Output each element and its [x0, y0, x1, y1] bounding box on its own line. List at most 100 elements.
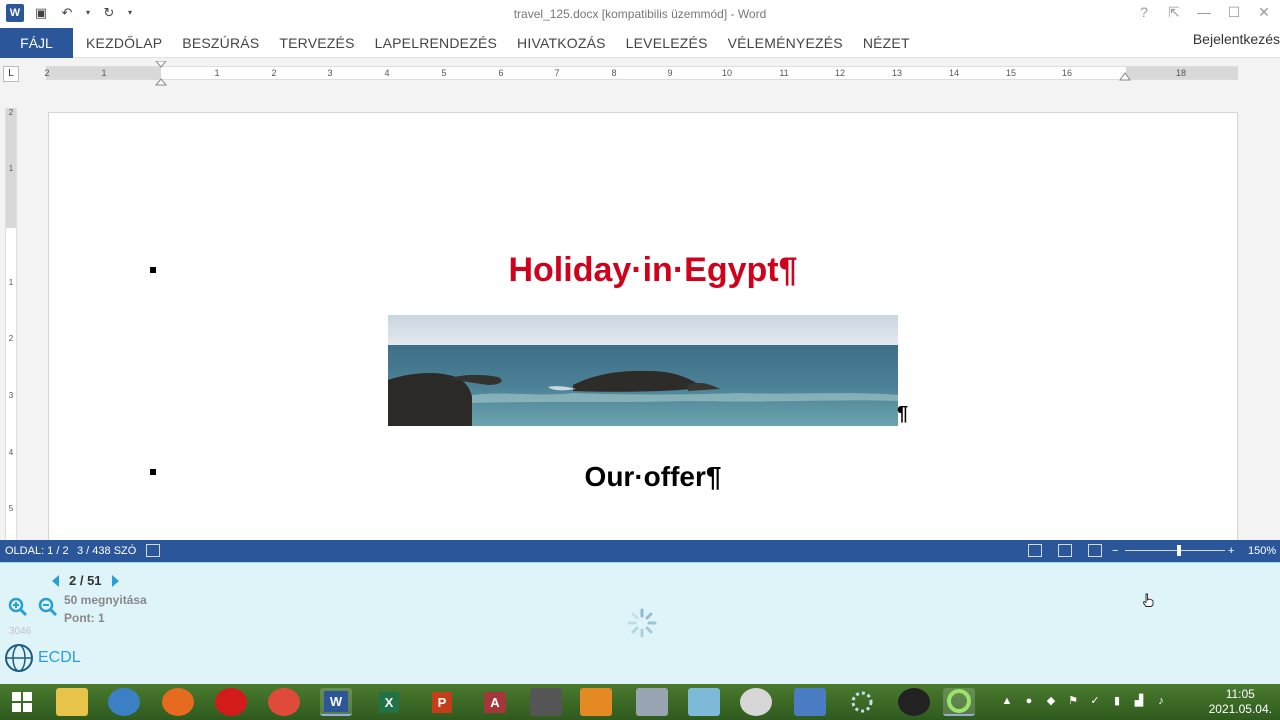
tab-design[interactable]: TERVEZÉS — [279, 35, 354, 51]
right-indent-marker-icon[interactable] — [1119, 71, 1131, 81]
tab-layout[interactable]: LAPELRENDEZÉS — [375, 35, 497, 51]
notes-app-icon[interactable] — [688, 688, 720, 716]
volume-icon[interactable]: ♪ — [1154, 694, 1168, 708]
media-player-icon[interactable] — [580, 688, 612, 716]
zoom-in-icon[interactable] — [8, 597, 28, 617]
help-icon[interactable]: ? — [1136, 4, 1152, 21]
ruler-number: 4 — [384, 68, 390, 78]
task-counter: 2 / 51 — [69, 573, 102, 588]
vertical-ruler[interactable]: 2 1 1 2 3 4 5 — [5, 108, 17, 540]
open-count: 50 megnyitása — [64, 593, 147, 607]
zoom-slider[interactable] — [1125, 550, 1225, 551]
indent-marker-icon[interactable] — [155, 61, 167, 87]
word-taskbar-icon[interactable]: W — [320, 688, 352, 716]
web-layout-icon[interactable] — [1088, 544, 1102, 557]
previous-task-icon[interactable] — [52, 574, 59, 587]
ruler-number: 13 — [891, 68, 902, 78]
close-icon[interactable]: ✕ — [1256, 4, 1272, 21]
ecdl-brand: ECDL — [38, 649, 81, 666]
tab-review[interactable]: VÉLEMÉNYEZÉS — [728, 35, 843, 51]
read-mode-icon[interactable] — [1028, 544, 1042, 557]
tab-home[interactable]: KEZDŐLAP — [86, 35, 162, 51]
taskbar: W X P A ▲ ● ◆ ⚑ ✓ ▮ ▟ ♪ 11:05 2021.05.04… — [0, 684, 1280, 720]
document-heading[interactable]: Holiday·in·Egypt¶ — [49, 251, 1239, 290]
file-explorer-icon[interactable] — [56, 688, 88, 716]
ruler-number: 15 — [1005, 68, 1016, 78]
tab-view[interactable]: NÉZET — [863, 35, 910, 51]
loading-spinner-icon — [627, 608, 657, 638]
excel-taskbar-icon[interactable]: X — [373, 688, 405, 716]
document-page[interactable]: Holiday·in·Egypt¶ ¶ Our·offer¶ — [48, 112, 1238, 540]
ruler-number: 1 — [8, 164, 14, 173]
clock-time: 11:05 — [1225, 687, 1255, 701]
clock-date: 2021.05.04. — [1208, 702, 1272, 716]
flag-icon[interactable]: ⚑ — [1066, 694, 1080, 708]
ruler-number: 7 — [554, 68, 560, 78]
ruler-number: 8 — [611, 68, 617, 78]
ecdl-logo: ECDL — [4, 643, 81, 673]
next-task-icon[interactable] — [111, 574, 119, 587]
tab-file[interactable]: FÁJL — [0, 28, 73, 58]
loading-app-icon[interactable] — [846, 688, 878, 716]
ruler-number: 3 — [8, 391, 14, 400]
image-paragraph-mark: ¶ — [897, 403, 909, 425]
ruler-number: 2 — [8, 334, 14, 343]
start-button[interactable] — [6, 688, 38, 716]
zoom-out-icon[interactable] — [38, 597, 58, 617]
spinner-app-icon — [851, 691, 873, 713]
tab-mailings[interactable]: LEVELEZÉS — [626, 35, 708, 51]
paint-icon[interactable] — [740, 688, 772, 716]
zoom-slider-thumb[interactable] — [1177, 545, 1181, 556]
proofing-icon[interactable] — [146, 544, 160, 557]
page-counter[interactable]: OLDAL: 1 / 2 — [5, 545, 69, 557]
dropbox-icon[interactable]: ◆ — [1044, 694, 1058, 708]
ruler-number: 3 — [327, 68, 333, 78]
ruler-number: 12 — [834, 68, 845, 78]
task-navigator: 2 / 51 — [52, 573, 119, 588]
ribbon-display-icon[interactable]: ⇱ — [1166, 4, 1182, 21]
windows-logo-icon — [12, 692, 32, 712]
ruler-number: 11 — [779, 68, 789, 78]
ribbon-tabs: FÁJL KEZDŐLAP BESZÚRÁS TERVEZÉS LAPELREN… — [0, 28, 1280, 58]
points-label: Pont: 1 — [64, 611, 105, 625]
ruler-number: 18 — [1175, 68, 1186, 78]
ecdl-panel: 2 / 51 50 megnyitása Pont: 1 3046 ECDL — [0, 562, 1280, 684]
minimize-icon[interactable]: — — [1196, 4, 1212, 21]
remote-desktop-icon[interactable] — [794, 688, 826, 716]
ecdl-globe-icon — [5, 644, 33, 672]
mail-icon[interactable] — [108, 688, 140, 716]
maximize-icon[interactable]: ☐ — [1226, 4, 1242, 21]
sign-in-link[interactable]: Bejelentkezés — [1193, 31, 1280, 47]
tab-insert[interactable]: BESZÚRÁS — [182, 35, 259, 51]
chrome-icon[interactable] — [268, 688, 300, 716]
battery-icon[interactable]: ▮ — [1110, 694, 1124, 708]
system-clock[interactable]: 11:05 2021.05.04. — [1209, 687, 1272, 717]
window-title: travel_125.docx [kompatibilis üzemmód] -… — [513, 7, 767, 21]
tray-app-icon[interactable]: ● — [1022, 694, 1036, 708]
print-layout-icon[interactable] — [1058, 544, 1072, 557]
access-taskbar-icon[interactable]: A — [479, 688, 511, 716]
firefox-icon[interactable] — [162, 688, 194, 716]
tray-expand-icon[interactable]: ▲ — [1000, 694, 1014, 708]
zoom-level[interactable]: 150% — [1248, 545, 1276, 557]
word-counter[interactable]: 3 / 438 SZÓ — [77, 545, 136, 557]
tab-references[interactable]: HIVATKOZÁS — [517, 35, 606, 51]
tab-selector[interactable]: L — [3, 66, 19, 82]
signal-icon[interactable]: ▟ — [1132, 694, 1146, 708]
ruler-area: L 2 1 1 2 3 4 5 6 7 8 9 10 11 12 13 14 1… — [0, 58, 1280, 88]
tab-list: KEZDŐLAP BESZÚRÁS TERVEZÉS LAPELRENDEZÉS… — [86, 28, 910, 58]
obs-icon[interactable] — [898, 688, 930, 716]
ecdl-app-icon[interactable] — [943, 688, 975, 716]
document-subheading[interactable]: Our·offer¶ — [49, 461, 1239, 493]
horizontal-ruler[interactable]: 2 1 1 2 3 4 5 6 7 8 9 10 11 12 13 14 15 … — [44, 61, 1238, 86]
sea-photo[interactable] — [388, 315, 898, 426]
powerpoint-taskbar-icon[interactable]: P — [426, 688, 458, 716]
zoom-in-button[interactable]: + — [1228, 545, 1234, 557]
system-tray: ▲ ● ◆ ⚑ ✓ ▮ ▟ ♪ — [1000, 694, 1168, 708]
faint-number: 3046 — [9, 626, 32, 637]
network-cable-icon[interactable]: ✓ — [1088, 694, 1102, 708]
gimp-icon[interactable] — [530, 688, 562, 716]
opera-icon[interactable] — [215, 688, 247, 716]
zoom-out-button[interactable]: − — [1112, 545, 1118, 557]
calculator-icon[interactable] — [636, 688, 668, 716]
